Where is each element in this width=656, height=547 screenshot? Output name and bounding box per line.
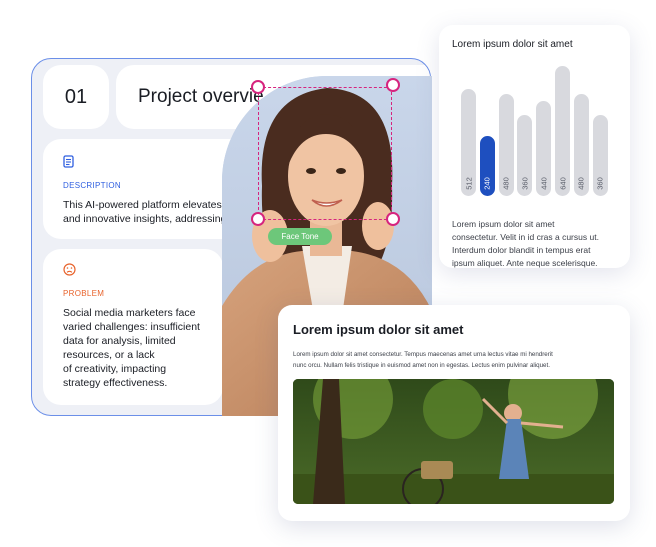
resize-handle-bottom-left[interactable] [251,212,265,226]
article-text-line-2: nunc orcu. Nullam felis tristique in eui… [293,362,550,369]
face-detection-frame[interactable] [258,87,392,220]
chart-bar: 440 [536,101,552,196]
face-tone-tag[interactable]: Face Tone [268,228,332,245]
chart-bar: 512 [461,88,476,196]
chart-text-line: Interdum dolor blandit in tempus erat [452,245,591,255]
chart-bar: 480 [498,94,514,196]
article-text-line-1: Lorem ipsum dolor sit amet consectetur. … [293,351,553,358]
chart-bar-value-label: 480 [576,177,586,190]
problem-text-line: Social media marketers face [63,307,196,319]
chart-bar: 360 [517,115,533,196]
chart-bar-value-label: 360 [595,177,605,190]
resize-handle-top-right[interactable] [386,78,400,92]
chart-bar-value-label: 440 [539,177,549,190]
chart-bar-value-label: 512 [464,177,473,190]
resize-handle-bottom-right[interactable] [386,212,400,226]
chart-bar: 240 [479,136,495,196]
chart-bar-value-label: 640 [558,177,567,190]
chart-text-line: consectetur. Velit in id cras a cursus u… [452,232,599,242]
problem-text-line: strategy effectiveness. [63,377,168,389]
chart-bar: 360 [592,115,608,196]
sad-face-icon [63,263,76,276]
problem-text-line: resources, or a lack [63,349,155,361]
chart-bar: 480 [573,94,589,196]
chart-text-line: ipsum aliquet. Ante neque scelerisque. [452,258,598,268]
bar-chart: 512 240 480 360 440 640 480 360 [452,56,617,196]
document-icon [63,155,74,168]
problem-text-line: of creativity, impacting [63,363,167,375]
problem-section: PROBLEM Social media marketers face vari… [43,249,223,405]
project-number: 01 [43,65,109,129]
chart-bar: 640 [555,66,570,196]
article-image [293,379,614,504]
woman-dancing-image [293,379,614,504]
chart-bar-value-label: 480 [501,177,511,190]
article-card: Lorem ipsum dolor sit amet Lorem ipsum d… [278,305,630,521]
problem-label: PROBLEM [63,289,105,298]
problem-text-line: data for analysis, limited [63,335,176,347]
chart-title: Lorem ipsum dolor sit amet [452,39,573,50]
chart-text-line: Lorem ipsum dolor sit amet [452,219,555,229]
chart-bar-value-label: 240 [482,177,492,190]
chart-card: Lorem ipsum dolor sit amet 512 240 480 360 4… [439,25,630,268]
problem-text-line: varied challenges: insufficient [63,321,200,333]
article-title: Lorem ipsum dolor sit amet [293,322,464,337]
resize-handle-top-left[interactable] [251,80,265,94]
chart-bar-value-label: 360 [520,177,530,190]
